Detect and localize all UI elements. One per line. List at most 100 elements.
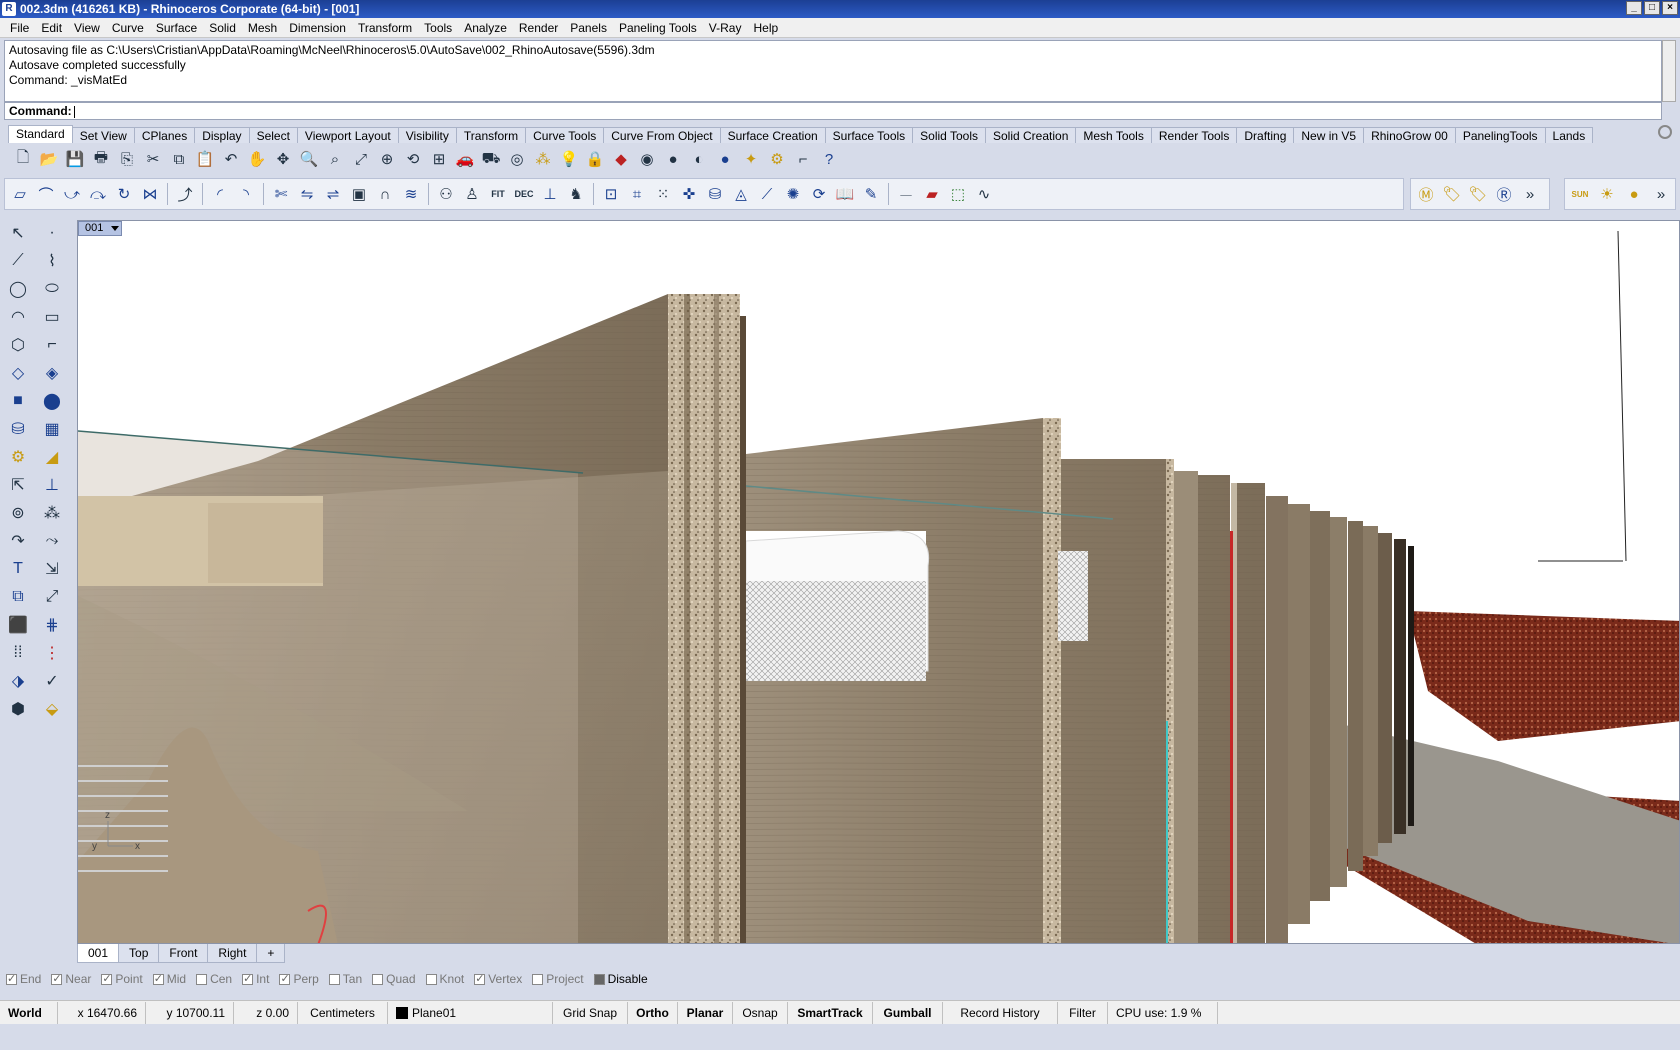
boolean-union-icon[interactable]: ⬤ — [38, 388, 66, 414]
menu-help[interactable]: Help — [747, 21, 784, 35]
select-box-icon[interactable]: ⌗ — [626, 183, 648, 205]
gold-sphere-icon[interactable]: ● — [1623, 183, 1645, 205]
cube-icon[interactable]: ⬛ — [4, 612, 32, 638]
menu-mesh[interactable]: Mesh — [242, 21, 283, 35]
rotate-icon[interactable]: ↷ — [4, 528, 32, 554]
osnap-project[interactable]: Project — [532, 972, 584, 986]
layer-indicator[interactable]: Plane01 — [388, 1001, 553, 1024]
osnap-filter-icon[interactable]: ✦ — [740, 148, 762, 170]
menu-transform[interactable]: Transform — [352, 21, 418, 35]
figure-icon[interactable]: ♞ — [565, 183, 587, 205]
zoom-icon[interactable]: 🔍 — [298, 148, 320, 170]
osnap-vertex[interactable]: Vertex — [474, 972, 522, 986]
zoom-window-icon[interactable]: ⌕ — [324, 148, 346, 170]
point-icon[interactable]: · — [38, 220, 66, 246]
box-edit-icon[interactable]: ▣ — [348, 183, 370, 205]
menu-analyze[interactable]: Analyze — [458, 21, 513, 35]
undo-icon[interactable]: ↶ — [220, 148, 242, 170]
ellipse-icon[interactable]: ⬭ — [38, 276, 66, 302]
rhino-app-icon[interactable]: R — [2, 2, 16, 16]
sweep2-icon[interactable]: ⤼ — [87, 183, 109, 205]
light-bulb-icon[interactable]: 💡 — [558, 148, 580, 170]
box-icon[interactable]: ■ — [4, 388, 32, 414]
tab-select[interactable]: Select — [248, 127, 298, 143]
grid-lines-icon[interactable]: ⋕ — [38, 612, 66, 638]
m-badge-icon[interactable]: Ⓜ — [1415, 183, 1437, 205]
checkbox-icon[interactable] — [593, 974, 605, 986]
osnap-mid[interactable]: Mid — [152, 972, 186, 986]
paint-icon[interactable]: ✎ — [860, 183, 882, 205]
red-ruler-icon[interactable]: ⋮ — [38, 640, 66, 666]
tab-cplanes[interactable]: CPlanes — [133, 127, 196, 143]
save-icon[interactable]: 💾 — [64, 148, 86, 170]
menu-render[interactable]: Render — [513, 21, 564, 35]
checkbox-icon[interactable] — [328, 974, 340, 986]
checkbox-icon[interactable] — [279, 972, 291, 986]
osnap-disable[interactable]: Disable — [593, 972, 648, 986]
tab-display[interactable]: Display — [194, 127, 250, 143]
dot-grid-icon[interactable]: ⁞⁞ — [4, 640, 32, 666]
blend-surface-icon[interactable]: ◝ — [235, 183, 257, 205]
add-viewport-tab-button[interactable]: + — [256, 944, 286, 963]
tab-curve-tools[interactable]: Curve Tools — [525, 127, 605, 143]
checkbox-icon[interactable] — [372, 974, 384, 986]
tab-rhinogrow[interactable]: RhinoGrow 00 — [1363, 127, 1456, 143]
osnap-int[interactable]: Int — [242, 972, 269, 986]
osnap-cen[interactable]: Cen — [196, 972, 232, 986]
smarttrack-toggle[interactable]: SmartTrack — [788, 1001, 873, 1024]
menu-dimension[interactable]: Dimension — [283, 21, 352, 35]
plane-icon[interactable]: ▱ — [9, 183, 31, 205]
light-icon[interactable]: ☀ — [1596, 183, 1618, 205]
checkbox-icon[interactable] — [51, 972, 63, 986]
gear-solid-icon[interactable]: ⚙ — [4, 444, 32, 470]
ortho-toggle[interactable]: Ortho — [628, 1001, 678, 1024]
array-icon[interactable]: ⁂ — [38, 500, 66, 526]
project-icon[interactable]: ⟋ — [756, 183, 778, 205]
tab-visibility[interactable]: Visibility — [397, 127, 457, 143]
bounding-box-icon[interactable]: ⊡ — [600, 183, 622, 205]
menu-tools[interactable]: Tools — [418, 21, 458, 35]
extrude-surface-icon[interactable]: ◈ — [38, 360, 66, 386]
scale-icon[interactable]: ⇲ — [38, 556, 66, 582]
osnap-point[interactable]: Point — [101, 972, 143, 986]
gear-settings-icon[interactable]: ⚙ — [766, 148, 788, 170]
viewport-title[interactable]: 001 — [78, 221, 122, 236]
osnap-end[interactable]: End — [6, 972, 41, 986]
viewport-tab-front[interactable]: Front — [158, 944, 209, 963]
select-arrow-icon[interactable]: ↖ — [4, 220, 32, 246]
checkbox-icon[interactable] — [152, 972, 164, 986]
viewport-tab-top[interactable]: Top — [118, 944, 160, 963]
menu-solid[interactable]: Solid — [203, 21, 242, 35]
zoom-selected-icon[interactable]: ⊕ — [376, 148, 398, 170]
arc-icon[interactable]: ◠ — [4, 304, 32, 330]
viewport-perspective[interactable]: 001 x y z — [77, 220, 1680, 944]
gumball-icon[interactable]: ✜ — [678, 183, 700, 205]
curve-pen-icon[interactable]: ∿ — [973, 183, 995, 205]
menu-view[interactable]: View — [68, 21, 106, 35]
mesh-tool-icon[interactable]: ⬗ — [4, 668, 32, 694]
tab-render-tools[interactable]: Render Tools — [1150, 127, 1238, 143]
sun-icon[interactable]: SUN — [1569, 183, 1591, 205]
cylinder-icon[interactable]: ⛁ — [704, 183, 726, 205]
planar-toggle[interactable]: Planar — [678, 1001, 733, 1024]
close-button[interactable]: × — [1662, 1, 1678, 15]
osnap-tan[interactable]: Tan — [328, 972, 362, 986]
osnap-perp[interactable]: Perp — [279, 972, 319, 986]
checkbox-icon[interactable] — [532, 974, 544, 986]
polygon-icon[interactable]: ⬡ — [4, 332, 32, 358]
tab-lands[interactable]: Lands — [1544, 127, 1594, 143]
tab-transform[interactable]: Transform — [455, 127, 527, 143]
tab-mesh-tools[interactable]: Mesh Tools — [1075, 127, 1152, 143]
align-icon[interactable]: ⊥ — [38, 472, 66, 498]
polyline-icon[interactable]: ⟋ — [4, 248, 32, 274]
gumball-toggle[interactable]: Gumball — [873, 1001, 943, 1024]
tag-icon[interactable]: 🏷 — [1441, 183, 1463, 205]
dimension-arrow-icon[interactable]: ◢ — [38, 444, 66, 470]
command-prompt[interactable]: Command: — [4, 102, 1662, 120]
extend-curve-icon[interactable]: ⤴ — [174, 183, 196, 205]
explode-icon[interactable]: ✺ — [782, 183, 804, 205]
checkbox-icon[interactable] — [425, 974, 437, 986]
edit-points-icon[interactable]: ⤢ — [38, 584, 66, 610]
block-icon[interactable]: ⧉ — [4, 584, 32, 610]
osnap-knot[interactable]: Knot — [425, 972, 464, 986]
